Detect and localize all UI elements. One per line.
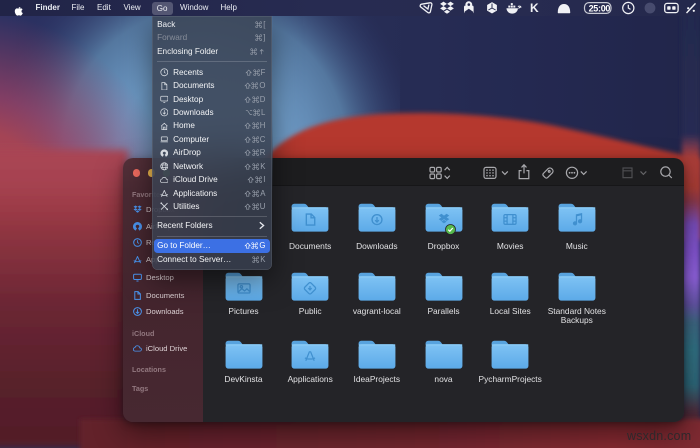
svg-text:25:00: 25:00 xyxy=(589,3,611,13)
svg-text:K: K xyxy=(530,1,539,15)
